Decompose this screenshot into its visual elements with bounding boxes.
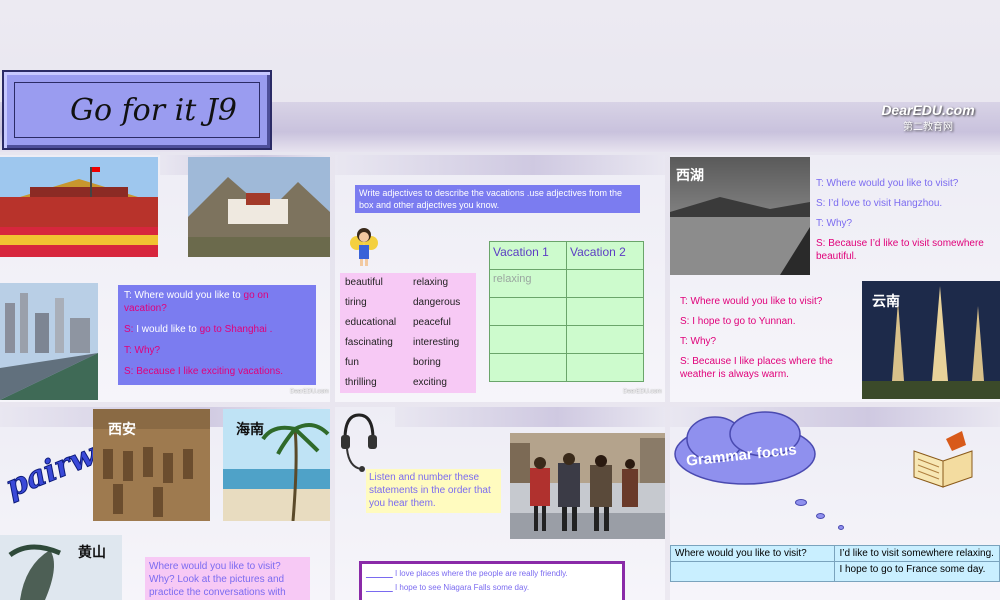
photo-label-xian: 西安 [108, 422, 136, 438]
logo-text: DearEDU.com [881, 102, 975, 118]
watermark: DearEDU.com [290, 389, 329, 395]
dialog-line: S: Because I’d like to visit somewhere b… [816, 238, 984, 262]
grammar-answer: I hope to go to France some day. [834, 561, 1000, 582]
dialog-top: T: Where would you like to visit? S: I’d… [816, 177, 1000, 263]
table-cell[interactable] [566, 353, 644, 382]
cloud-dot [816, 513, 825, 519]
dialog-line: T: Why? [680, 336, 717, 347]
answer-blank[interactable]: ______ [366, 569, 393, 578]
grammar-table: Where would you like to visit? I’d like … [670, 545, 1000, 582]
adjective: boring [413, 357, 441, 368]
dialog-line: T: Why? [816, 218, 853, 229]
slide-panel-1[interactable]: T: Where would you like to go on vacatio… [0, 155, 330, 402]
title-box: Go for it J9 [2, 70, 272, 150]
travelers-photo [510, 433, 665, 539]
adjective: fun [345, 357, 359, 368]
adjective: thrilling [345, 377, 377, 388]
slide-panel-4[interactable]: pairwork 西安 海南 黄山 Where would you like t… [0, 407, 330, 600]
logo-subtext: 第二教育网 [903, 122, 953, 133]
dialog-line: S: I hope to go to Yunnan. [680, 316, 796, 327]
slide-panel-6[interactable]: Grammar focus Where would you like to vi… [670, 407, 1000, 600]
grammar-answer: I’d like to visit somewhere relaxing. [834, 545, 1000, 562]
panel-strip [395, 407, 665, 427]
table-cell[interactable] [566, 269, 644, 298]
table-cell[interactable] [489, 353, 567, 382]
prompt-box: Where would you like to visit? Why? Look… [145, 557, 310, 600]
table-header: Vacation 2 [566, 241, 644, 270]
slide-panel-2[interactable]: Write adjectives to describe the vacatio… [335, 155, 665, 402]
watermark: DearEDU.com [623, 389, 662, 395]
dialog-line: S: [124, 324, 137, 335]
photo-label-yunnan: 云南 [872, 294, 900, 310]
headset-icon [337, 409, 377, 474]
grammar-question [670, 561, 836, 582]
dialog-line: go to Shanghai . [199, 324, 273, 335]
book-icon [910, 421, 976, 491]
page-title: Go for it J9 [70, 92, 237, 128]
instruction-box: Write adjectives to describe the vacatio… [355, 185, 640, 213]
dialog-line: I would like to [136, 324, 200, 335]
dialog-line: S: Because I like places where the weath… [680, 356, 833, 380]
statement: I hope to see Niagara Falls some day. [394, 583, 530, 592]
statements-box: ______ I love places where the people ar… [359, 561, 625, 600]
table-cell[interactable] [489, 325, 567, 354]
tiananmen-photo [0, 157, 158, 257]
adjective: dangerous [413, 297, 461, 308]
dialog-line: S: I’d love to visit Hangzhou. [816, 198, 943, 209]
photo-label-huangshan: 黄山 [78, 545, 106, 561]
instruction-box: Listen and number these statements in th… [366, 469, 501, 513]
site-logo: DearEDU.com 第二教育网 [868, 102, 988, 134]
panel-strip [335, 155, 665, 175]
shanghai-photo [0, 283, 98, 400]
slide-panel-3[interactable]: 西湖 T: Where would you like to visit? S: … [670, 155, 1000, 402]
adjective: relaxing [413, 277, 449, 288]
dialog-line: T: Where would you like to visit? [680, 296, 823, 307]
table-cell[interactable] [566, 325, 644, 354]
slide-panel-5[interactable]: Listen and number these statements in th… [335, 407, 665, 600]
table-header: Vacation 1 [489, 241, 567, 270]
dialog-line: T: Where [124, 290, 167, 301]
dialog-line: S: Because I like exciting vacations. [124, 366, 283, 377]
grammar-cloud: Grammar focus [670, 409, 820, 489]
photo-label-xihu: 西湖 [676, 168, 704, 184]
statement: I love places where the people are reall… [394, 569, 568, 578]
dialog-line: T: Where would you like to visit? [816, 178, 959, 189]
table-cell[interactable] [566, 297, 644, 326]
dialog-line: would you like to [166, 290, 244, 301]
grammar-question: Where would you like to visit? [670, 545, 836, 562]
potala-photo [188, 157, 330, 257]
cheerleader-icon [349, 223, 379, 267]
cloud-dot [838, 525, 844, 530]
table-cell[interactable]: relaxing [489, 269, 567, 298]
cloud-dot [795, 499, 807, 506]
adjective: educational [345, 317, 397, 328]
adjective: tiring [345, 297, 367, 308]
adjective-box: beautiful relaxing tiring dangerous educat… [340, 273, 476, 393]
adjective: exciting [413, 377, 447, 388]
table-cell[interactable] [489, 297, 567, 326]
vacation-table: Vacation 1 Vacation 2 relaxing [489, 241, 644, 382]
dialog-box-1: T: Where would you like to go on vacatio… [118, 285, 316, 385]
adjective: interesting [413, 337, 460, 348]
adjective: fascinating [345, 337, 393, 348]
dialog-bottom: T: Where would you like to visit? S: I h… [680, 295, 860, 381]
dialog-line: T: Why? [124, 345, 161, 356]
adjective: beautiful [345, 277, 383, 288]
answer-blank[interactable]: ______ [366, 583, 393, 592]
photo-label-hainan: 海南 [236, 422, 264, 438]
adjective: peaceful [413, 317, 451, 328]
